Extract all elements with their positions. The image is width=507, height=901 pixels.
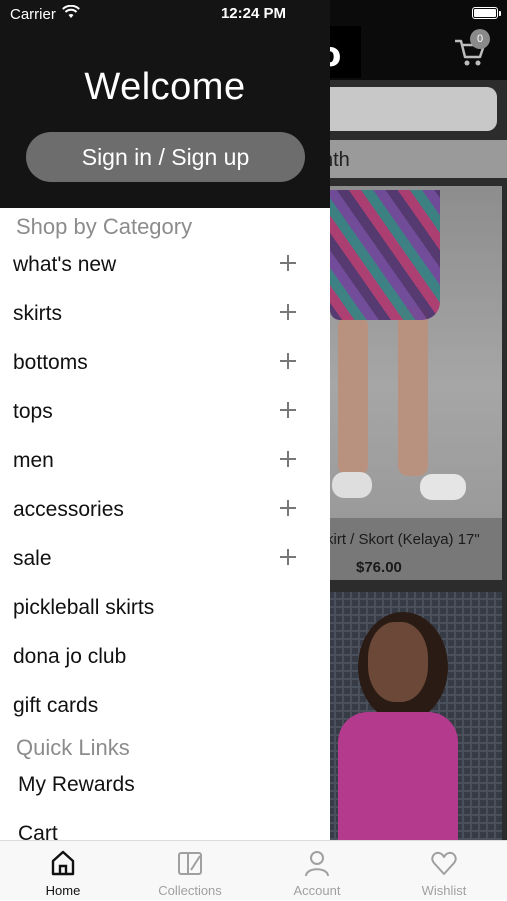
category-item[interactable]: pickleball skirts (0, 587, 330, 636)
welcome-title: Welcome (84, 66, 246, 108)
category-item-label: sale (13, 547, 52, 570)
plus-icon[interactable] (280, 451, 296, 467)
account-icon (305, 851, 329, 877)
category-item-label: dona jo club (13, 645, 127, 668)
cart-count-badge: 0 (470, 29, 490, 49)
category-item[interactable]: bottoms (0, 342, 330, 391)
tab-account[interactable]: Account (254, 841, 380, 901)
category-item-label: tops (13, 400, 53, 423)
home-icon (51, 850, 75, 876)
tab-home-label: Home (45, 883, 81, 898)
plus-icon[interactable] (280, 353, 296, 369)
category-item-label: what's new (13, 253, 117, 276)
quick-links-title: Quick Links (16, 735, 130, 760)
tab-bar: Home Collections Account Wishlist (0, 840, 507, 900)
plus-icon[interactable] (280, 255, 296, 271)
product-card[interactable] (318, 186, 502, 580)
quick-link-item[interactable]: Cart (0, 814, 330, 840)
shop-by-category-title: Shop by Category (16, 214, 193, 239)
side-drawer: Welcome Sign in / Sign up Shop by Catego… (0, 0, 330, 840)
category-item[interactable]: men (0, 440, 330, 489)
product-image (318, 186, 502, 518)
plus-icon[interactable] (280, 402, 296, 418)
category-item-label: bottoms (13, 351, 88, 374)
product-card[interactable] (318, 592, 502, 840)
plus-icon[interactable] (280, 500, 296, 516)
product-price: $76.00 (356, 559, 402, 576)
quick-link-label: Cart (18, 822, 58, 840)
drawer-header: Welcome Sign in / Sign up (0, 0, 330, 208)
status-time: 12:24 PM (220, 5, 287, 22)
category-item[interactable]: skirts (0, 293, 330, 342)
category-item-label: gift cards (13, 694, 99, 717)
status-bar: Carrier 12:24 PM (0, 0, 507, 28)
tab-collections[interactable]: Collections (127, 841, 253, 901)
tab-collections-label: Collections (158, 883, 222, 898)
quick-link-label: My Rewards (18, 773, 135, 796)
category-item[interactable]: tops (0, 391, 330, 440)
sign-in-button[interactable]: Sign in / Sign up (26, 132, 305, 182)
collections-icon (178, 852, 202, 875)
plus-icon[interactable] (280, 304, 296, 320)
battery-tip (499, 11, 501, 16)
category-item-label: skirts (13, 302, 62, 325)
product-name: kirt / Skort (Kelaya) 17" (326, 531, 480, 548)
category-item[interactable]: accessories (0, 489, 330, 538)
tab-wishlist[interactable]: Wishlist (381, 841, 507, 901)
category-item[interactable]: what's new (0, 244, 330, 293)
category-item-label: accessories (13, 498, 124, 521)
battery-icon (472, 7, 498, 19)
tab-account-label: Account (293, 883, 341, 898)
tab-home[interactable]: Home (0, 841, 126, 901)
category-item-label: pickleball skirts (13, 596, 155, 619)
plus-icon[interactable] (280, 549, 296, 565)
category-item[interactable]: dona jo club (0, 636, 330, 685)
category-item[interactable]: gift cards (0, 685, 330, 734)
category-item[interactable]: sale (0, 538, 330, 587)
tab-wishlist-label: Wishlist (421, 883, 467, 898)
category-item-label: men (13, 449, 54, 472)
quick-link-item[interactable]: My Rewards (0, 765, 330, 809)
heart-icon (431, 851, 457, 875)
